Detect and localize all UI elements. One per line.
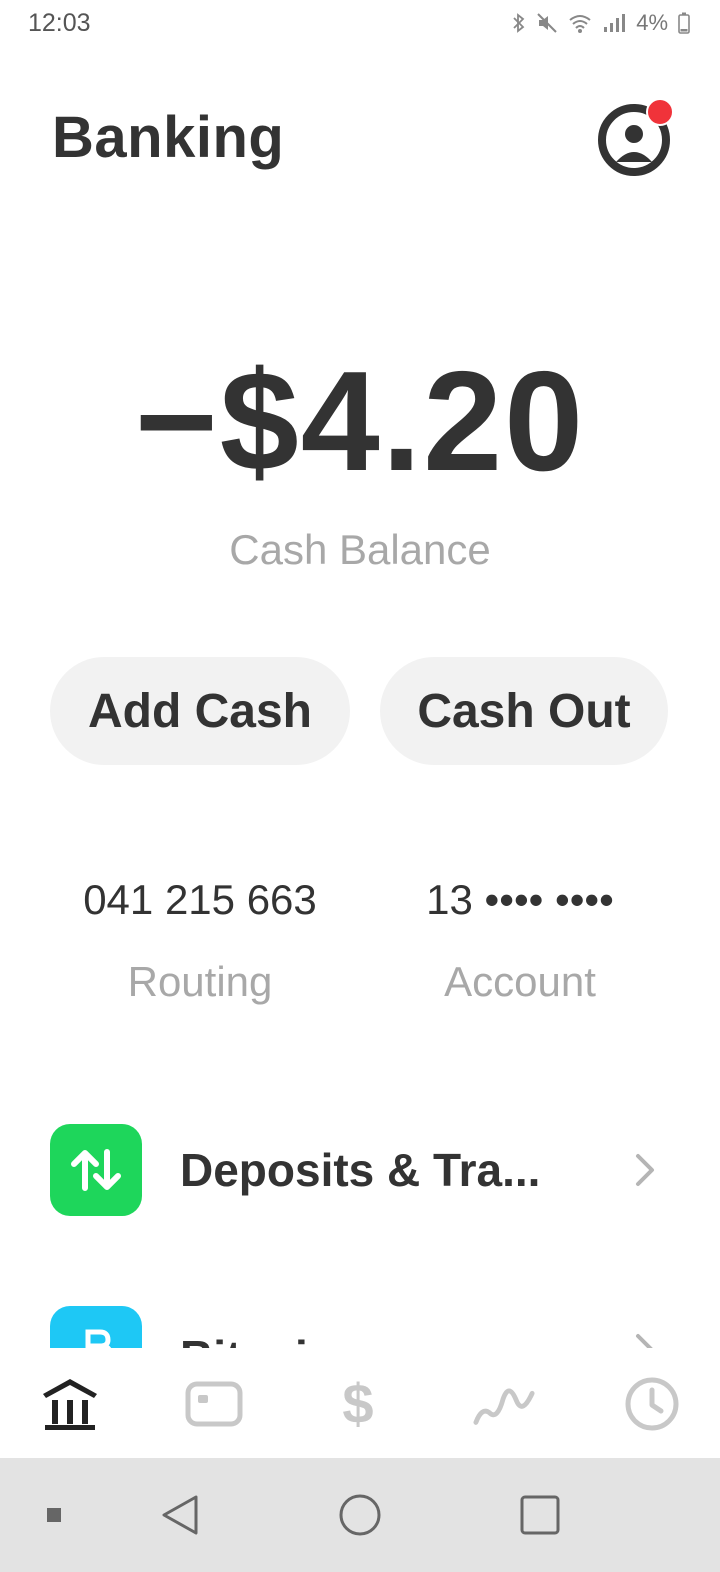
routing-info[interactable]: 041 215 663 Routing <box>50 872 350 1006</box>
battery-label: 4% <box>636 10 668 35</box>
list-item-label: Deposits & Tra... <box>180 1144 541 1196</box>
tab-banking[interactable] <box>38 1372 102 1436</box>
account-info[interactable]: 13 •••• •••• Account <box>370 872 670 1006</box>
mute-icon <box>536 12 558 34</box>
tab-activity[interactable] <box>620 1372 684 1436</box>
add-cash-button[interactable]: Add Cash <box>50 657 350 765</box>
bluetooth-icon <box>512 12 526 34</box>
card-tab-icon <box>185 1381 243 1427</box>
chevron-right-icon <box>630 1150 660 1190</box>
home-circle-icon <box>339 1494 381 1536</box>
list-item-deposits-transfers[interactable]: Deposits & Tra... <box>50 1124 660 1216</box>
banking-tab-icon <box>43 1379 97 1430</box>
system-nav-bar <box>0 1458 720 1572</box>
tab-card[interactable] <box>182 1372 246 1436</box>
bottom-tab-bar: $ <box>0 1348 720 1458</box>
bitcoin-icon <box>50 1306 142 1348</box>
tab-cash[interactable]: $ <box>326 1372 390 1436</box>
recent-apps-icon <box>520 1495 560 1535</box>
cash-out-button[interactable]: Cash Out <box>380 657 668 765</box>
list-item-bitcoin[interactable]: Bitcoin <box>50 1306 660 1348</box>
activity-tab-icon <box>625 1377 679 1431</box>
status-bar: 12:03 4% <box>0 0 720 48</box>
tab-investing[interactable] <box>472 1372 536 1436</box>
battery-icon <box>678 12 690 34</box>
nav-back-button[interactable] <box>150 1485 210 1545</box>
nav-dot-button[interactable] <box>24 1485 84 1545</box>
cash-balance-label: Cash Balance <box>229 526 491 573</box>
back-triangle-icon <box>162 1495 198 1535</box>
routing-label: Routing <box>127 958 273 1005</box>
page-title: Banking <box>52 105 285 170</box>
profile-button[interactable] <box>596 98 676 178</box>
square-dot-icon <box>47 1508 61 1522</box>
chevron-right-icon <box>630 1330 660 1348</box>
cash-balance-amount: −$4.20 <box>134 342 586 501</box>
wifi-icon <box>568 12 592 34</box>
nav-home-button[interactable] <box>330 1485 390 1545</box>
banking-screen: 12:03 4% Banking −$4.20 Cash Balance Add… <box>0 0 720 1572</box>
status-time: 12:03 <box>28 9 91 37</box>
signal-icon <box>602 12 626 34</box>
status-icons: 4% <box>512 10 690 36</box>
transfer-arrows-icon <box>50 1124 142 1216</box>
routing-number: 041 215 663 <box>83 876 317 923</box>
list-item-label: Bitcoin <box>180 1330 630 1348</box>
notification-badge <box>646 98 674 126</box>
account-label: Account <box>444 958 596 1005</box>
cash-tab-icon: $ <box>342 1372 374 1435</box>
account-number: 13 •••• •••• <box>426 876 614 923</box>
nav-recent-button[interactable] <box>510 1485 570 1545</box>
investing-tab-icon <box>473 1388 535 1425</box>
